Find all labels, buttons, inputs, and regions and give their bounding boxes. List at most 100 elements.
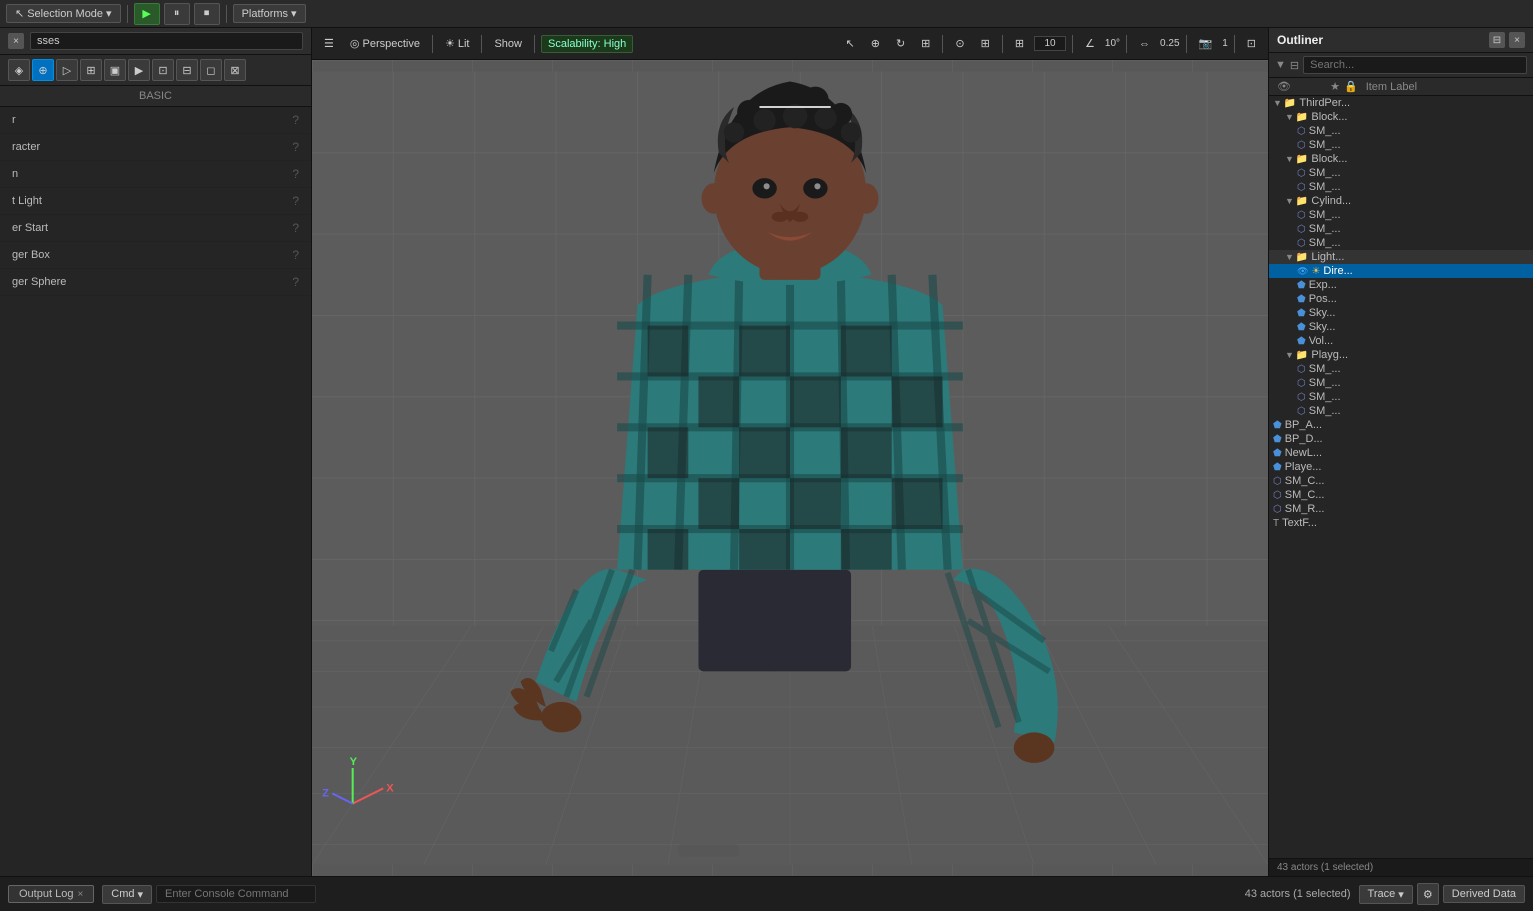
tree-item-pos[interactable]: ⬟ Pos...	[1269, 292, 1533, 306]
list-item[interactable]: er Start ?	[0, 215, 311, 242]
scale-tool-btn[interactable]: ⊞	[915, 35, 936, 52]
tree-item-smr[interactable]: ⬡ SM_R...	[1269, 502, 1533, 516]
left-panel-close-btn[interactable]: ×	[8, 33, 24, 49]
tree-item-sm1[interactable]: ⬡ SM_...	[1269, 124, 1533, 138]
outliner-panel: Outliner ⊟ × ▼ ⊟ 👁 ★ 🔒 Item Label ▼	[1268, 28, 1533, 876]
transform-tool-btn[interactable]: ⊕	[865, 35, 886, 52]
mesh-icon: ⬡	[1273, 504, 1282, 515]
list-item[interactable]: t Light ?	[0, 188, 311, 215]
viewport[interactable]: ☰ ◎ Perspective ☀ Lit Show Scalability: …	[312, 28, 1268, 876]
pause-btn[interactable]: ⏸	[164, 3, 190, 25]
tree-item-smc2[interactable]: ⬡ SM_C...	[1269, 488, 1533, 502]
platforms-btn[interactable]: Platforms ▾	[233, 4, 306, 23]
folder-icon: 📁	[1296, 252, 1308, 263]
stop-btn[interactable]: ⏹	[194, 3, 220, 25]
tree-item-bpd[interactable]: ⬟ BP_D...	[1269, 432, 1533, 446]
snap-icon: ⊞	[981, 37, 990, 50]
mesh-icon: ⬡	[1297, 364, 1306, 375]
hamburger-menu-btn[interactable]: ☰	[318, 35, 340, 52]
outliner-status-bar: 43 actors (1 selected)	[1269, 858, 1533, 876]
rotate-tool-btn[interactable]: ↻	[890, 35, 911, 52]
tree-item-sm7[interactable]: ⬡ SM_...	[1269, 236, 1533, 250]
tree-item-sm6[interactable]: ⬡ SM_...	[1269, 222, 1533, 236]
vp-sep-7	[1126, 35, 1127, 53]
grid-size-input[interactable]	[1034, 36, 1066, 51]
show-btn[interactable]: Show	[488, 36, 528, 52]
perspective-btn[interactable]: ◎ Perspective	[344, 35, 426, 52]
tree-item-sky2[interactable]: ⬟ Sky...	[1269, 320, 1533, 334]
icon-btn-10[interactable]: ⊠	[224, 59, 246, 81]
scalability-btn[interactable]: Scalability: High	[541, 35, 633, 53]
settings-icon-btn[interactable]: ⚙	[1417, 883, 1439, 905]
outliner-settings-btn[interactable]: ⊟	[1489, 32, 1505, 48]
icon-btn-9[interactable]: ◻	[200, 59, 222, 81]
tree-item-sm3[interactable]: ⬡ SM_...	[1269, 166, 1533, 180]
tree-item-smc1[interactable]: ⬡ SM_C...	[1269, 474, 1533, 488]
tree-item-sm4[interactable]: ⬡ SM_...	[1269, 180, 1533, 194]
tree-item-sm10[interactable]: ⬡ SM_...	[1269, 390, 1533, 404]
icon-btn-3[interactable]: ▷	[56, 59, 78, 81]
lit-btn[interactable]: ☀ Lit	[439, 35, 476, 52]
tree-item-light-folder[interactable]: ▼ 📁 Light...	[1269, 250, 1533, 264]
vp-sep-1	[432, 35, 433, 53]
camera-icon: 📷	[1199, 37, 1213, 50]
mesh-icon: ⬡	[1297, 392, 1306, 403]
bp-icon: ⬟	[1297, 336, 1306, 347]
icon-btn-2[interactable]: ⊕	[32, 59, 54, 81]
collapse-icon: ▼	[1285, 112, 1294, 122]
icon-btn-4[interactable]: ⊞	[80, 59, 102, 81]
angle-toggle-btn[interactable]: ∠	[1079, 35, 1101, 52]
tree-item-sm5[interactable]: ⬡ SM_...	[1269, 208, 1533, 222]
icon-btn-1[interactable]: ◈	[8, 59, 30, 81]
play-btn[interactable]: ▶	[134, 3, 160, 25]
list-item[interactable]: ger Box ?	[0, 242, 311, 269]
snap-btn[interactable]: ⊞	[975, 35, 996, 52]
tree-item-sky1[interactable]: ⬟ Sky...	[1269, 306, 1533, 320]
tree-item-sm2[interactable]: ⬡ SM_...	[1269, 138, 1533, 152]
tree-item-playg[interactable]: ▼ 📁 Playg...	[1269, 348, 1533, 362]
icon-1: ◈	[15, 64, 23, 77]
mesh-icon: ⬡	[1297, 406, 1306, 417]
trace-btn[interactable]: Trace ▾	[1359, 885, 1413, 904]
maximize-btn[interactable]: ⊡	[1241, 35, 1262, 52]
list-item[interactable]: r ?	[0, 107, 311, 134]
tree-item-vol[interactable]: ⬟ Vol...	[1269, 334, 1533, 348]
tree-item-sm8[interactable]: ⬡ SM_...	[1269, 362, 1533, 376]
tree-item-directional-light[interactable]: 👁 ☀ Dire...	[1269, 264, 1533, 278]
select-tool-btn[interactable]: ↖	[840, 35, 861, 52]
tree-item-block1[interactable]: ▼ 📁 Block...	[1269, 110, 1533, 124]
tree-item-cylind[interactable]: ▼ 📁 Cylind...	[1269, 194, 1533, 208]
output-log-close-btn[interactable]: ×	[77, 889, 83, 900]
visibility-icon: 👁	[1297, 266, 1308, 277]
tree-item-bpa[interactable]: ⬟ BP_A...	[1269, 418, 1533, 432]
tree-item-playe[interactable]: ⬟ Playe...	[1269, 460, 1533, 474]
outliner-search-input[interactable]	[1303, 56, 1527, 74]
icon-btn-6[interactable]: ▶	[128, 59, 150, 81]
icon-9: ◻	[206, 64, 215, 77]
icon-btn-8[interactable]: ⊟	[176, 59, 198, 81]
tree-item-sm9[interactable]: ⬡ SM_...	[1269, 376, 1533, 390]
tree-item-sm11[interactable]: ⬡ SM_...	[1269, 404, 1533, 418]
cmd-dropdown-btn[interactable]: Cmd ▾	[102, 885, 152, 904]
grid-icon: ⊞	[1015, 37, 1024, 50]
output-log-tab[interactable]: Output Log ×	[8, 885, 94, 903]
grid-toggle-btn[interactable]: ⊞	[1009, 35, 1030, 52]
icon-btn-5[interactable]: ▣	[104, 59, 126, 81]
list-item[interactable]: racter ?	[0, 134, 311, 161]
coord-system-btn[interactable]: ⊙	[949, 35, 970, 52]
tree-item-block2[interactable]: ▼ 📁 Block...	[1269, 152, 1533, 166]
list-item[interactable]: ger Sphere ?	[0, 269, 311, 296]
tree-item-textf[interactable]: T TextF...	[1269, 516, 1533, 530]
selection-mode-btn[interactable]: ↖ Selection Mode ▾	[6, 4, 121, 23]
list-item[interactable]: n ?	[0, 161, 311, 188]
camera-btn[interactable]: 📷	[1193, 35, 1219, 52]
classes-search-input[interactable]	[30, 32, 303, 50]
console-command-input[interactable]	[156, 885, 316, 903]
tree-item-thirdper[interactable]: ▼ 📁 ThirdPer...	[1269, 96, 1533, 110]
tree-item-exp[interactable]: ⬟ Exp...	[1269, 278, 1533, 292]
tree-item-newl[interactable]: ⬟ NewL...	[1269, 446, 1533, 460]
derived-data-btn[interactable]: Derived Data	[1443, 885, 1525, 903]
icon-btn-7[interactable]: ⊡	[152, 59, 174, 81]
outliner-close-btn[interactable]: ×	[1509, 32, 1525, 48]
scale-toggle-btn[interactable]: ⇔	[1133, 36, 1156, 52]
